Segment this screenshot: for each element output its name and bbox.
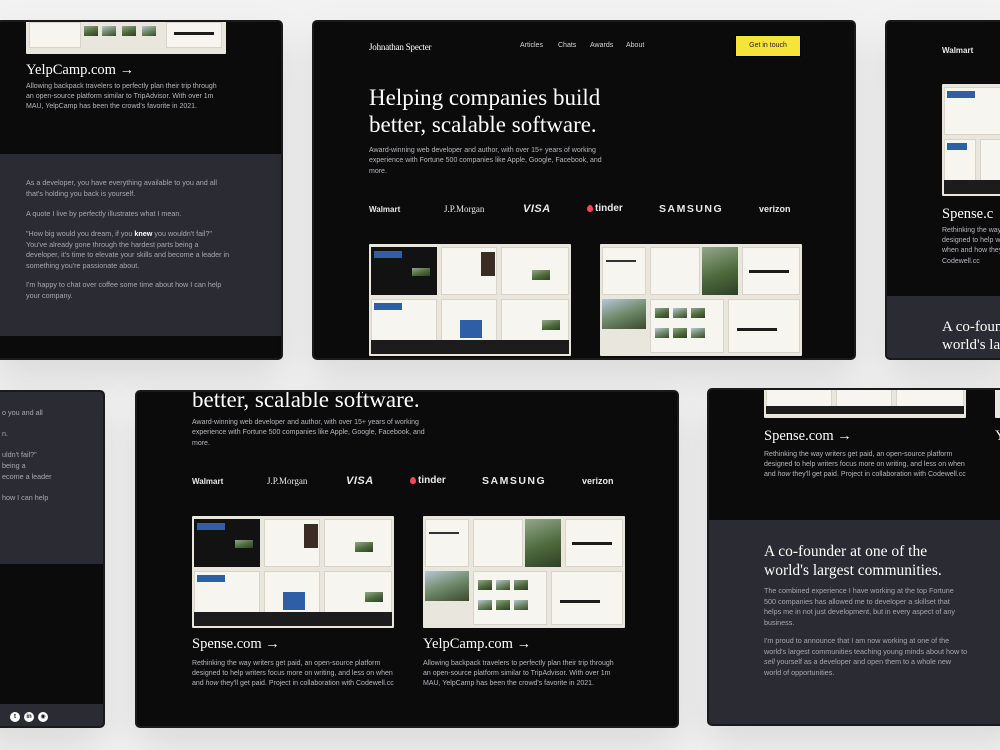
spense-description: Rethinking the way writers get paid, an … — [764, 451, 966, 479]
linkedin-icon[interactable]: in — [24, 712, 34, 722]
card-right-top: Walmart Spense.c Rethinking the way desi… — [885, 20, 1000, 360]
about-paragraph-3: "How big would you dream, if you knew yo… — [26, 229, 230, 270]
card-yelpcamp-about: YelpCamp.com → Allowing backpack travele… — [0, 20, 283, 360]
samsung-logo: SAMSUNG — [659, 203, 724, 215]
yelpcamp-title[interactable]: YelpCamp.com → — [423, 636, 531, 653]
github-icon[interactable]: ◉ — [38, 712, 48, 722]
visa-logo: VISA — [523, 203, 551, 215]
spense-thumbnail[interactable] — [942, 84, 1000, 196]
hero-headline: Helping companies build better, scalable… — [369, 85, 601, 137]
hero-headline-second-line: better, scalable software. — [192, 390, 420, 412]
spense-thumbnail[interactable] — [764, 390, 966, 418]
yelpcamp-description: Allowing backpack travelers to perfectly… — [26, 83, 217, 111]
walmart-logo: Walmart — [192, 477, 224, 486]
walmart-logo: Walmart — [369, 205, 401, 214]
yelpcamp-title-cropped: Y — [995, 428, 1000, 445]
visa-logo: VISA — [346, 475, 374, 487]
nav-item-chats[interactable]: Chats — [558, 42, 576, 49]
yelpcamp-thumbnail[interactable] — [423, 516, 625, 628]
get-in-touch-button[interactable]: Get in touch — [735, 35, 801, 57]
nav-item-articles[interactable]: Articles — [520, 42, 543, 49]
spense-thumbnail[interactable] — [369, 244, 571, 356]
yelpcamp-title[interactable]: YelpCamp.com → — [26, 62, 134, 79]
yelpcamp-thumbnail-cropped[interactable] — [995, 390, 1000, 418]
about-paragraph-1: As a developer, you have everything avai… — [26, 178, 217, 198]
yelpcamp-thumbnail[interactable] — [600, 244, 802, 356]
spense-title-cropped[interactable]: Spense.c — [942, 206, 993, 223]
spense-description-cropped: Rethinking the way designed to help wr w… — [942, 227, 1000, 265]
nav-item-about[interactable]: About — [626, 42, 644, 49]
social-links: t in ◉ — [10, 712, 52, 722]
footer-bar: t in ◉ — [0, 704, 103, 726]
verizon-logo: verizon — [759, 204, 791, 214]
cofounder-paragraph-1: The combined experience I have working a… — [764, 586, 955, 627]
tinder-logo: tinder — [410, 475, 446, 486]
about-paragraph-2: A quote I live by perfectly illustrates … — [26, 209, 182, 218]
verizon-logo: verizon — [582, 476, 614, 486]
twitter-icon[interactable]: t — [10, 712, 20, 722]
card-hero-main: Johnathan Specter Articles Chats Awards … — [312, 20, 856, 360]
about-paragraph-4: I'm happy to chat over coffee some time … — [26, 280, 222, 300]
yelpcamp-thumbnail[interactable] — [26, 22, 226, 54]
card-about-cropped: o you and all n. uldn't fail?" being a e… — [0, 390, 105, 728]
walmart-logo: Walmart — [942, 46, 974, 55]
jpmorgan-logo: J.P.Morgan — [444, 204, 485, 214]
cofounder-panel-cropped: A co-foun world's la — [887, 296, 1000, 358]
brand-logo[interactable]: Johnathan Specter — [369, 42, 432, 52]
spense-title[interactable]: Spense.com → — [192, 636, 280, 653]
samsung-logo: SAMSUNG — [482, 475, 547, 487]
nav-item-awards[interactable]: Awards — [590, 42, 613, 49]
spense-description: Rethinking the way writers get paid, an … — [192, 660, 394, 688]
hero-subtitle: Award-winning web developer and author, … — [369, 147, 602, 175]
about-panel-cropped: o you and all n. uldn't fail?" being a e… — [0, 392, 103, 564]
cofounder-panel: A co-founder at one of the world's large… — [709, 520, 1000, 724]
yelpcamp-description: Allowing backpack travelers to perfectly… — [423, 660, 614, 688]
cofounder-heading-cropped: A co-foun world's la — [942, 319, 1000, 353]
tinder-logo: tinder — [587, 203, 623, 214]
spense-title[interactable]: Spense.com → — [764, 428, 852, 445]
hero-subtitle: Award-winning web developer and author, … — [192, 419, 425, 447]
jpmorgan-logo: J.P.Morgan — [267, 476, 308, 486]
about-panel: As a developer, you have everything avai… — [0, 154, 281, 336]
cofounder-paragraph-2: I'm proud to announce that I am now work… — [764, 636, 968, 677]
card-hero-projects: better, scalable software. Award-winning… — [135, 390, 679, 728]
card-spense-cofounder: Spense.com → Rethinking the way writers … — [707, 388, 1000, 726]
cofounder-heading: A co-founder at one of the world's large… — [764, 543, 942, 579]
spense-thumbnail[interactable] — [192, 516, 394, 628]
